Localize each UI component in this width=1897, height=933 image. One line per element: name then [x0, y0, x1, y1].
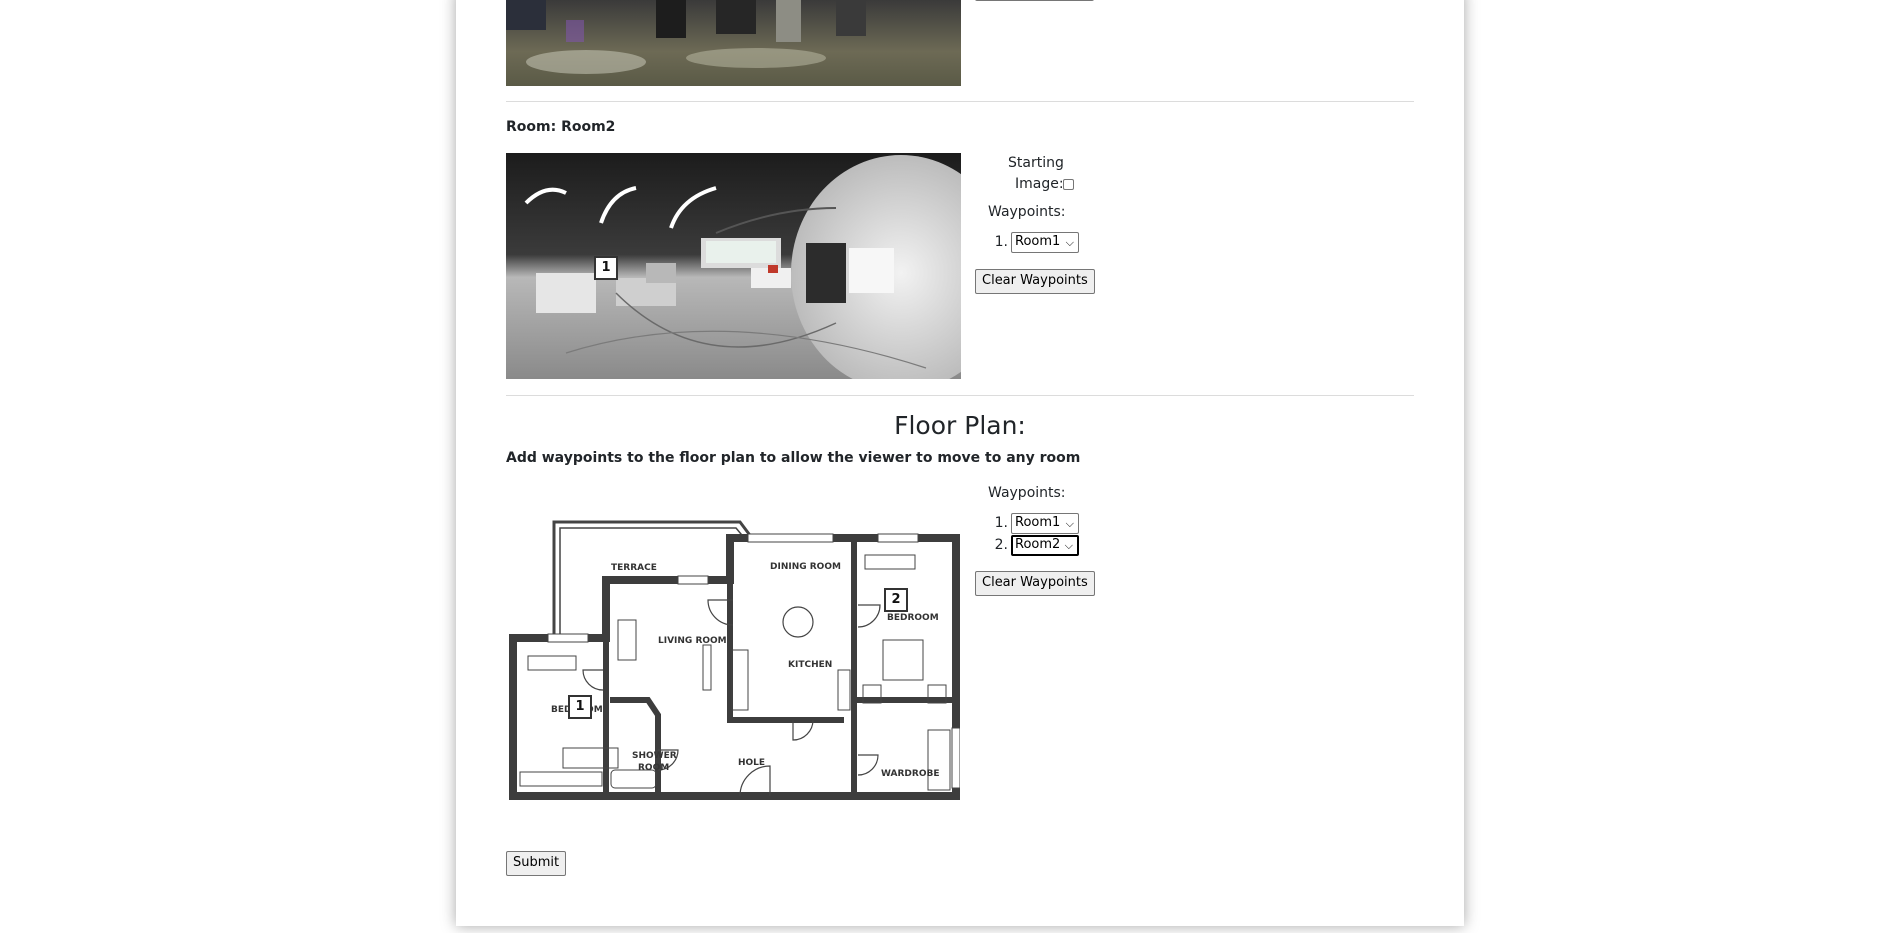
floor-plan-waypoint-marker-2[interactable]: 2 [884, 588, 908, 612]
room-label: TERRACE [611, 563, 657, 573]
room2-panorama [506, 153, 961, 379]
floor-plan-waypoint-index: 2. [994, 537, 1008, 553]
svg-text:SHOWER: SHOWER [632, 751, 677, 761]
svg-text:KITCHEN: KITCHEN [788, 660, 832, 670]
svg-text:BEDROOM: BEDROOM [887, 613, 939, 623]
svg-text:DINING ROOM: DINING ROOM [770, 562, 841, 572]
floor-plan-instructions: Add waypoints to the floor plan to allow… [506, 450, 1081, 466]
room2-title: Room: Room2 [506, 119, 616, 135]
floor-plan-clear-waypoints-button[interactable]: Clear Waypoints [975, 571, 1095, 596]
floor-plan-waypoints-label: Waypoints: [988, 485, 1066, 501]
divider [506, 101, 1414, 102]
select-value: Room2 [1015, 537, 1061, 552]
starting-image-label-2: Image: [1015, 176, 1064, 192]
room1-clear-waypoints-button-edge[interactable] [975, 0, 1094, 1]
svg-text:LIVING ROOM: LIVING ROOM [658, 636, 727, 646]
room2-waypoint-index: 1. [994, 234, 1008, 250]
select-value: Room1 [1015, 515, 1061, 530]
room2-clear-waypoints-button[interactable]: Clear Waypoints [975, 269, 1095, 294]
submit-button[interactable]: Submit [506, 851, 567, 876]
room2-pano-waypoint-marker[interactable]: 1 [594, 256, 618, 280]
room1-panorama [506, 0, 961, 86]
chevron-down-icon: ⌵ [1064, 539, 1073, 552]
select-value: Room1 [1015, 234, 1061, 249]
svg-text:HOLE: HOLE [738, 758, 765, 768]
chevron-down-icon: ⌵ [1065, 517, 1074, 530]
floor-plan-waypoint-marker-1[interactable]: 1 [568, 695, 592, 719]
room2-waypoints-label: Waypoints: [988, 204, 1066, 220]
chevron-down-icon: ⌵ [1065, 236, 1074, 249]
svg-text:ROOM: ROOM [638, 763, 669, 773]
floor-plan-heading: Floor Plan: [894, 411, 1026, 440]
divider [506, 395, 1414, 396]
room2-waypoint-select[interactable]: Room1 ⌵ [1011, 232, 1079, 253]
floor-plan-waypoint-select-1[interactable]: Room1 ⌵ [1011, 513, 1079, 534]
floor-plan-image[interactable]: TERRACE DINING ROOM LIVING ROOM KITCHEN … [508, 510, 961, 810]
starting-image-checkbox[interactable] [1063, 179, 1074, 190]
floor-plan-waypoint-select-2[interactable]: Room2 ⌵ [1011, 535, 1079, 556]
svg-text:WARDROBE: WARDROBE [881, 769, 939, 779]
floor-plan-waypoint-index: 1. [994, 515, 1008, 531]
starting-image-label: Starting [1008, 155, 1064, 171]
